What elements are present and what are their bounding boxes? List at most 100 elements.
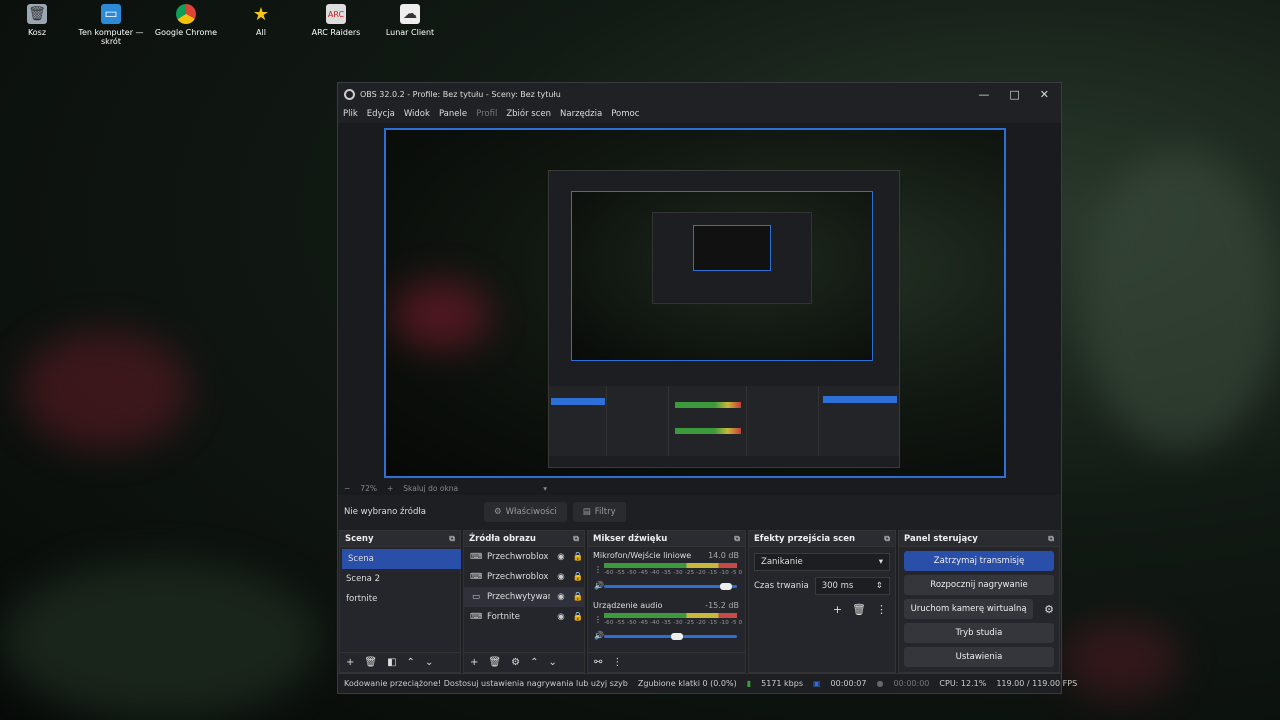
menu-edit[interactable]: Edycja bbox=[367, 109, 395, 119]
transitions-title: Efekty przejścia scen bbox=[754, 533, 856, 544]
nested-dock bbox=[607, 386, 669, 456]
eye-icon[interactable]: ◉ bbox=[555, 552, 567, 562]
close-button[interactable]: ✕ bbox=[1040, 88, 1049, 101]
channel-db: -15.2 dB bbox=[705, 601, 739, 610]
source-item[interactable]: ⌨ Przechwroblox ◉ 🔒 bbox=[464, 567, 584, 587]
eye-icon[interactable]: ◉ bbox=[555, 572, 567, 582]
background-foliage bbox=[1060, 620, 1180, 700]
kebab-icon[interactable]: ⋮ bbox=[594, 615, 602, 624]
scene-item[interactable]: Scena bbox=[342, 549, 461, 569]
nested-docks bbox=[549, 386, 899, 456]
scene-item[interactable]: fortnite bbox=[340, 589, 460, 609]
chevron-down-icon[interactable]: ▾ bbox=[543, 484, 547, 493]
lock-icon[interactable]: 🔒 bbox=[572, 612, 584, 622]
undock-icon[interactable]: ⧉ bbox=[573, 534, 579, 544]
properties-button[interactable]: ⚙ Właściwości bbox=[484, 502, 567, 522]
nested-dock bbox=[669, 386, 747, 456]
desktop-icon-recycle-bin[interactable]: 🗑 Kosz bbox=[2, 4, 72, 37]
lock-icon[interactable]: 🔒 bbox=[572, 592, 584, 602]
scene-filters-icon[interactable]: ◧ bbox=[387, 657, 396, 668]
filter-icon: ▤ bbox=[582, 507, 591, 517]
background-foliage bbox=[1080, 150, 1280, 450]
virtual-camera-button[interactable]: Uruchom kamerę wirtualną bbox=[904, 599, 1034, 619]
source-item[interactable]: ⌨ Przechwroblox ◉ 🔒 bbox=[464, 547, 584, 567]
desktop-icon-arc-raiders[interactable]: ARC ARC Raiders bbox=[301, 4, 371, 37]
move-up-icon[interactable]: ⌃ bbox=[407, 657, 415, 668]
add-icon[interactable]: + bbox=[833, 603, 842, 616]
desktop-icon-all[interactable]: ★ All bbox=[226, 4, 296, 37]
menu-help[interactable]: Pomoc bbox=[611, 109, 639, 119]
stream-time: 00:00:07 bbox=[830, 679, 867, 688]
menu-view[interactable]: Widok bbox=[404, 109, 430, 119]
add-source-icon[interactable]: + bbox=[470, 657, 478, 668]
computer-icon: ▭ bbox=[101, 4, 121, 24]
menu-bar: Plik Edycja Widok Panele Profil Zbiór sc… bbox=[338, 105, 1061, 123]
filters-button[interactable]: ▤ Filtry bbox=[572, 502, 626, 522]
speaker-icon[interactable]: 🔊 bbox=[594, 581, 604, 590]
add-scene-icon[interactable]: + bbox=[346, 657, 354, 668]
kebab-icon[interactable]: ⋮ bbox=[876, 603, 887, 616]
monitor-icon: ▭ bbox=[471, 592, 481, 602]
undock-icon[interactable]: ⧉ bbox=[734, 534, 740, 544]
speaker-icon[interactable]: 🔊 bbox=[594, 631, 604, 640]
star-icon: ★ bbox=[252, 3, 270, 25]
move-down-icon[interactable]: ⌄ bbox=[425, 657, 433, 668]
move-up-icon[interactable]: ⌃ bbox=[530, 657, 538, 668]
kebab-icon[interactable]: ⋮ bbox=[594, 565, 602, 574]
desktop-icon-chrome[interactable]: Google Chrome bbox=[151, 4, 221, 37]
preview-area bbox=[338, 123, 1061, 481]
maximize-button[interactable]: □ bbox=[1009, 88, 1019, 101]
rec-status-icon: ● bbox=[876, 679, 884, 688]
lock-icon[interactable]: 🔒 bbox=[572, 572, 584, 582]
source-item[interactable]: ▭ Przechwytywar ◉ 🔒 bbox=[464, 587, 584, 607]
zoom-in-button[interactable]: + bbox=[387, 484, 393, 493]
volume-knob[interactable] bbox=[671, 633, 684, 640]
volume-knob[interactable] bbox=[720, 583, 733, 590]
channel-db: 14.0 dB bbox=[708, 551, 739, 560]
gear-icon: ⚙ bbox=[494, 507, 502, 517]
volume-slider[interactable] bbox=[604, 585, 737, 588]
nested-dock bbox=[549, 386, 607, 456]
studio-mode-button[interactable]: Tryb studia bbox=[904, 623, 1054, 643]
background-foliage bbox=[0, 560, 320, 720]
desktop-icon-lunar-client[interactable]: ☁ Lunar Client bbox=[375, 4, 445, 37]
desktop-icon-computer[interactable]: ▭ Ten komputer — skrót bbox=[76, 4, 146, 46]
menu-file[interactable]: Plik bbox=[343, 109, 358, 119]
menu-profile[interactable]: Profil bbox=[476, 109, 497, 119]
undock-icon[interactable]: ⧉ bbox=[1048, 534, 1054, 544]
undock-icon[interactable]: ⧉ bbox=[449, 534, 455, 544]
channel-name: Urządzenie audio bbox=[593, 601, 663, 610]
trash-icon[interactable]: 🗑 bbox=[364, 657, 377, 668]
trash-icon[interactable]: 🗑 bbox=[488, 657, 501, 668]
zoom-out-button[interactable]: − bbox=[344, 484, 350, 493]
scene-item[interactable]: Scena 2 bbox=[340, 569, 460, 589]
duration-spinbox[interactable]: 300 ms ⇕ bbox=[814, 577, 890, 595]
stream-status-icon: ▣ bbox=[812, 679, 821, 688]
settings-button[interactable]: Ustawienia bbox=[904, 647, 1054, 667]
status-bar: Kodowanie przeciążone! Dostosuj ustawien… bbox=[338, 673, 1077, 693]
source-item[interactable]: ⌨ Fortnite ◉ 🔒 bbox=[464, 607, 584, 627]
move-down-icon[interactable]: ⌄ bbox=[548, 657, 556, 668]
undock-icon[interactable]: ⧉ bbox=[884, 534, 890, 544]
gamepad-icon: ⌨ bbox=[470, 612, 483, 622]
preview-canvas[interactable] bbox=[384, 128, 1006, 478]
stop-stream-button[interactable]: Zatrzymaj transmisję bbox=[904, 551, 1054, 571]
zoom-mode-select[interactable]: Skaluj do okna bbox=[403, 484, 533, 493]
signal-icon: ▮ bbox=[746, 679, 752, 688]
controls-dock: Panel sterujący ⧉ Zatrzymaj transmisję Ro… bbox=[898, 530, 1060, 673]
gear-icon[interactable]: ⚙ bbox=[1044, 603, 1054, 616]
link-icon[interactable]: ⚯ bbox=[594, 657, 602, 668]
trash-icon[interactable]: 🗑 bbox=[852, 603, 866, 616]
eye-icon[interactable]: ◉ bbox=[555, 592, 567, 602]
kebab-icon[interactable]: ⋮ bbox=[612, 657, 622, 668]
gear-icon[interactable]: ⚙ bbox=[511, 657, 520, 668]
eye-icon[interactable]: ◉ bbox=[555, 612, 567, 622]
lock-icon[interactable]: 🔒 bbox=[572, 552, 584, 562]
transition-select[interactable]: Zanikanie ▾ bbox=[754, 553, 890, 571]
minimize-button[interactable]: — bbox=[978, 88, 989, 101]
start-recording-button[interactable]: Rozpocznij nagrywanie bbox=[904, 575, 1054, 595]
menu-tools[interactable]: Narzędzia bbox=[560, 109, 602, 119]
menu-scene-collection[interactable]: Zbiór scen bbox=[506, 109, 551, 119]
meter-ticks: -60 -55 -50 -45 -40 -35 -30 -25 -20 -15 … bbox=[604, 620, 743, 626]
menu-docks[interactable]: Panele bbox=[439, 109, 467, 119]
